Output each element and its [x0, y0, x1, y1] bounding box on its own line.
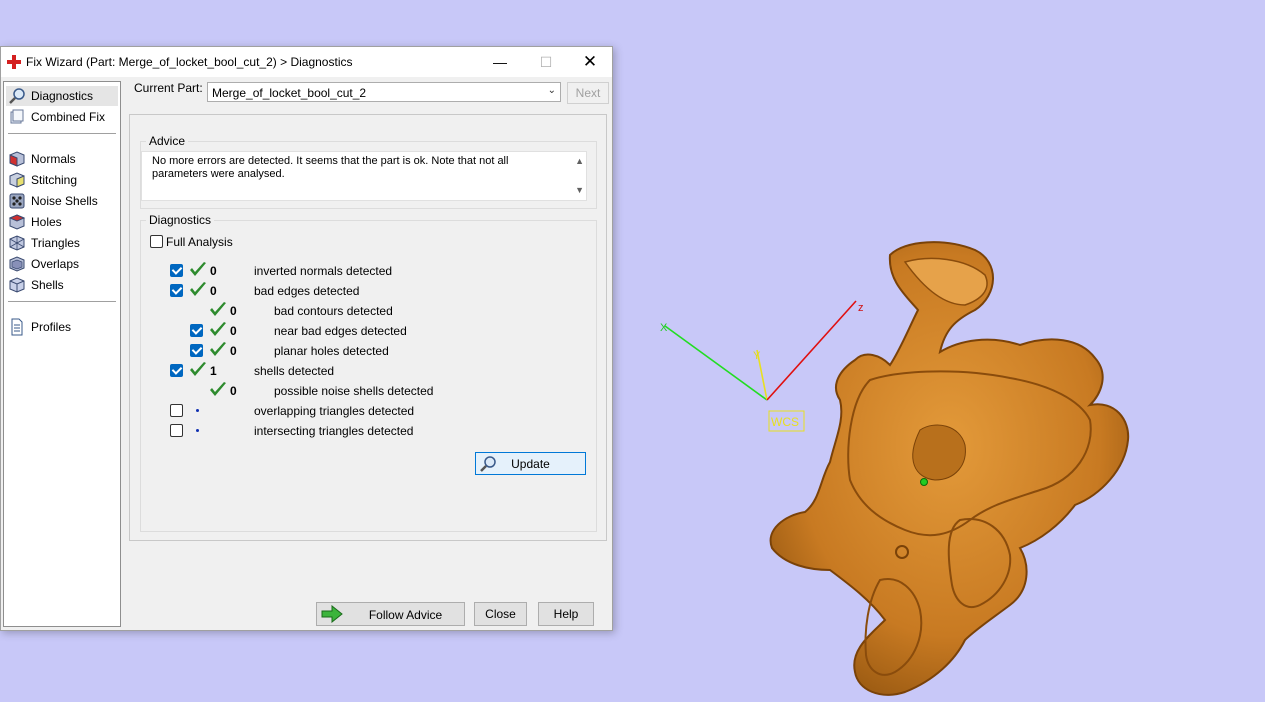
green-check-icon — [210, 382, 226, 396]
full-analysis-checkbox[interactable] — [150, 235, 163, 248]
sidebar-item-label: Overlaps — [31, 257, 80, 271]
sidebar-item-triangles[interactable]: Triangles — [6, 233, 118, 253]
sidebar-separator — [8, 133, 116, 134]
scroll-up-icon[interactable]: ▲ — [575, 156, 584, 166]
diagnostic-checkbox[interactable] — [170, 404, 183, 417]
diagnostic-checkbox[interactable] — [170, 364, 183, 377]
diagnostic-label: bad contours detected — [274, 304, 393, 318]
sidebar-item-normals[interactable]: Normals — [6, 149, 118, 169]
diagnostic-label: shells detected — [254, 364, 335, 378]
wcs-axes: X Y z WCS — [660, 300, 864, 432]
diagnostic-checkbox[interactable] — [190, 324, 203, 337]
update-button-label: Update — [511, 457, 550, 471]
diagnostic-label: inverted normals detected — [254, 264, 393, 278]
x-axis-label: X — [660, 322, 668, 334]
holes-cube-icon — [8, 214, 26, 230]
follow-advice-label: Follow Advice — [368, 608, 443, 622]
diagnostic-checkbox[interactable] — [170, 264, 183, 277]
minimize-button[interactable]: — — [477, 47, 523, 77]
sidebar-item-label: Diagnostics — [31, 89, 94, 103]
diagnostic-label: planar holes detected — [274, 344, 389, 358]
maximize-button[interactable]: ☐ — [523, 47, 569, 77]
profiles-doc-icon — [11, 318, 23, 336]
help-button[interactable]: Help — [538, 602, 594, 626]
update-button[interactable]: Update — [475, 452, 586, 475]
sidebar-item-diagnostics[interactable]: Diagnostics — [6, 86, 118, 106]
advice-text: No more errors are detected. It seems th… — [152, 155, 509, 180]
z-axis-label: z — [858, 302, 864, 314]
green-arrow-icon — [321, 605, 343, 623]
diagnostics-group-title: Diagnostics — [146, 213, 215, 227]
green-check-icon — [190, 282, 206, 296]
sidebar-item-shells[interactable]: Shells — [6, 275, 118, 295]
red-cross-app-icon — [7, 55, 21, 69]
sidebar-item-label: Combined Fix — [31, 110, 106, 124]
follow-advice-button[interactable]: Follow Advice — [316, 602, 465, 626]
sidebar-item-combined-fix[interactable]: Combined Fix — [6, 107, 118, 127]
green-check-icon — [190, 362, 206, 376]
noise-shells-icon — [9, 193, 25, 209]
pending-dot-icon — [196, 429, 199, 432]
sidebar-item-label: Holes — [31, 215, 62, 229]
sidebar-item-label: Normals — [31, 152, 76, 166]
close-button[interactable]: Close — [474, 602, 527, 626]
diagnostic-checkbox[interactable] — [170, 284, 183, 297]
sidebar-item-holes[interactable]: Holes — [6, 212, 118, 232]
overlaps-cube-icon — [9, 256, 25, 272]
diagnostic-count: 0 — [230, 384, 237, 398]
sidebar-separator — [8, 301, 116, 302]
normals-cube-icon — [9, 151, 25, 167]
magnifier-icon — [9, 88, 25, 104]
diagnostic-label: possible noise shells detected — [274, 384, 434, 398]
sidebar-item-label: Shells — [31, 278, 64, 292]
advice-text-box[interactable]: No more errors are detected. It seems th… — [141, 151, 587, 201]
combined-fix-icon — [10, 109, 24, 124]
diagnostic-count: 0 — [230, 344, 237, 358]
stitching-cube-icon — [9, 172, 25, 188]
diagnostic-label: bad edges detected — [254, 284, 360, 298]
fix-wizard-dialog: Fix Wizard (Part: Merge_of_locket_bool_c… — [0, 46, 613, 631]
advice-group-title: Advice — [146, 134, 189, 148]
diagnostic-count: 1 — [210, 364, 217, 378]
sidebar-item-label: Noise Shells — [31, 194, 98, 208]
diagnostic-label: intersecting triangles detected — [254, 424, 414, 438]
full-analysis-label: Full Analysis — [166, 235, 233, 249]
y-axis-label: Y — [753, 350, 761, 362]
green-check-icon — [210, 322, 226, 336]
scroll-down-icon[interactable]: ▼ — [575, 185, 584, 195]
current-part-label: Current Part: — [134, 81, 203, 95]
diagnostic-checkbox[interactable] — [170, 424, 183, 437]
diagnostic-checkbox[interactable] — [190, 344, 203, 357]
sidebar-item-label: Profiles — [31, 320, 72, 334]
diagnostic-label: overlapping triangles detected — [254, 404, 415, 418]
sidebar-item-stitching[interactable]: Stitching — [6, 170, 118, 190]
diagnostic-count: 0 — [230, 304, 237, 318]
sidebar-item-noise-shells[interactable]: Noise Shells — [6, 191, 118, 211]
triangles-icon — [9, 235, 25, 251]
pending-dot-icon — [196, 409, 199, 412]
green-check-icon — [210, 342, 226, 356]
window-title: Fix Wizard (Part: Merge_of_locket_bool_c… — [26, 55, 353, 69]
sidebar-item-overlaps[interactable]: Overlaps — [6, 254, 118, 274]
green-check-icon — [210, 302, 226, 316]
sidebar-item-label: Stitching — [31, 173, 78, 187]
chevron-down-icon: ⌄ — [547, 85, 556, 96]
diagnostic-count: 0 — [210, 264, 217, 278]
shells-cube-icon — [9, 277, 25, 293]
current-part-value: Merge_of_locket_bool_cut_2 — [212, 86, 367, 100]
wizard-sidebar: Diagnostics Combined Fix Normals Stitchi… — [3, 81, 121, 627]
close-window-button[interactable]: ✕ — [567, 47, 613, 77]
diagnostic-count: 0 — [210, 284, 217, 298]
green-check-icon — [190, 262, 206, 276]
locket-model[interactable] — [769, 241, 1130, 696]
wcs-label: WCS — [771, 415, 799, 429]
sidebar-item-profiles[interactable]: Profiles — [6, 317, 118, 337]
diagnostic-count: 0 — [230, 324, 237, 338]
next-button[interactable]: Next — [567, 82, 609, 104]
title-bar[interactable]: Fix Wizard (Part: Merge_of_locket_bool_c… — [1, 47, 612, 77]
diagnostic-label: near bad edges detected — [274, 324, 407, 338]
current-part-select[interactable]: Merge_of_locket_bool_cut_2 ⌄ — [207, 82, 561, 102]
sidebar-item-label: Triangles — [31, 236, 80, 250]
